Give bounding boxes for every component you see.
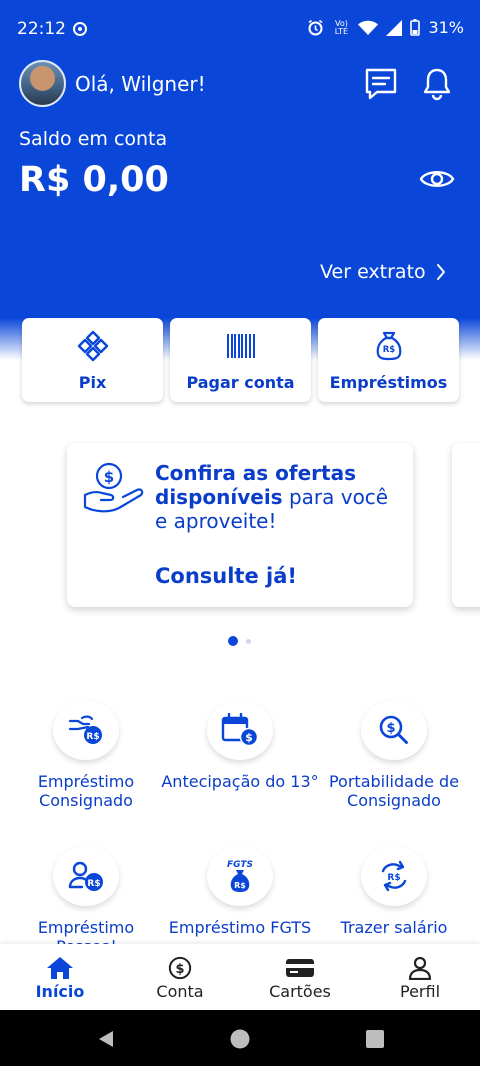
- carousel-pagination: [228, 636, 251, 646]
- tab-label: Conta: [156, 982, 204, 1001]
- battery-percent: 31%: [428, 18, 464, 37]
- svg-text:R$: R$: [87, 879, 100, 889]
- tab-home[interactable]: Início: [10, 956, 110, 1001]
- status-bar: 22:12 Vo) LTE 31%: [0, 0, 480, 58]
- person-icon: [408, 956, 432, 980]
- home-nav-icon[interactable]: [230, 1029, 250, 1049]
- tab-label: Perfil: [399, 982, 441, 1001]
- svg-text:R$: R$: [382, 345, 395, 355]
- service-label: Trazer salário: [340, 918, 448, 937]
- quick-action-label: Pix: [78, 373, 107, 392]
- svg-text:$: $: [104, 468, 114, 486]
- wifi-icon: [358, 20, 379, 35]
- tab-label: Cartões: [269, 982, 331, 1001]
- statement-link[interactable]: Ver extrato: [320, 261, 446, 283]
- quick-action-pix[interactable]: Pix: [22, 318, 163, 402]
- card-icon: [286, 959, 314, 977]
- service-icon-circle: $: [207, 700, 273, 760]
- network-label: Vo) LTE: [334, 18, 349, 36]
- service-icon-circle: R$: [361, 846, 427, 906]
- quick-action-label: Pagar conta: [186, 373, 295, 392]
- eye-icon[interactable]: [419, 163, 455, 195]
- transfer-money-icon: R$: [381, 860, 407, 892]
- home-icon: [47, 957, 73, 979]
- service-label: Antecipação do 13°: [161, 772, 319, 791]
- service-label: Portabilidade de Consignado: [328, 772, 460, 810]
- quick-action-loans[interactable]: R$ Empréstimos: [318, 318, 459, 402]
- banner-text: Confira as ofertas disponíveis para você…: [155, 461, 405, 533]
- banner-cta[interactable]: Consulte já!: [155, 564, 297, 588]
- next-banner-peek[interactable]: [452, 443, 480, 607]
- calendar-money-icon: $: [221, 713, 259, 747]
- svg-text:R$: R$: [86, 732, 99, 742]
- system-navigation-bar: [0, 1010, 480, 1066]
- quick-action-label: Empréstimos: [329, 373, 448, 392]
- avatar[interactable]: [19, 60, 66, 107]
- money-bag-icon: R$: [376, 331, 401, 361]
- service-icon-circle: FGTS R$: [207, 846, 273, 906]
- svg-text:$: $: [245, 731, 253, 744]
- statement-link-label: Ver extrato: [320, 261, 426, 283]
- fgts-bag-icon: FGTS R$: [227, 860, 253, 892]
- balance-value: R$ 0,00: [19, 160, 169, 200]
- service-icon-circle: R$: [53, 700, 119, 760]
- balance-label: Saldo em conta: [19, 128, 168, 150]
- svg-text:$: $: [176, 962, 185, 977]
- greeting: Olá, Wilgner!: [75, 72, 206, 96]
- notification-icon: [73, 22, 87, 36]
- offers-banner[interactable]: $ Confira as ofertas disponíveis para vo…: [67, 443, 413, 607]
- tab-cards[interactable]: Cartões: [250, 956, 350, 1001]
- svg-text:FGTS: FGTS: [227, 860, 253, 870]
- search-money-icon: $: [379, 715, 408, 744]
- battery-icon: [410, 19, 421, 36]
- pix-icon: [77, 330, 108, 362]
- status-time: 22:12: [17, 19, 66, 39]
- tab-account[interactable]: $ Conta: [130, 956, 230, 1001]
- service-icon-circle: R$: [53, 846, 119, 906]
- recents-icon[interactable]: [366, 1029, 384, 1049]
- dollar-circle-icon: $: [168, 956, 192, 980]
- person-money-icon: R$: [68, 861, 103, 891]
- chevron-right-icon: [436, 264, 445, 280]
- service-label: Empréstimo FGTS: [168, 918, 312, 937]
- quick-action-pay-bill[interactable]: Pagar conta: [170, 318, 311, 402]
- svg-text:R$: R$: [387, 873, 400, 883]
- tab-profile[interactable]: Perfil: [370, 956, 470, 1001]
- service-label: Empréstimo Consignado: [37, 772, 135, 810]
- carousel-dot-active[interactable]: [228, 636, 238, 646]
- barcode-icon: [226, 334, 255, 358]
- hand-coin-icon: $: [83, 462, 144, 513]
- carousel-dot[interactable]: [246, 638, 251, 644]
- svg-text:$: $: [386, 721, 395, 736]
- svg-text:R$: R$: [234, 881, 246, 890]
- bell-icon[interactable]: [419, 66, 455, 102]
- chat-icon[interactable]: [363, 66, 399, 102]
- service-icon-circle: $: [361, 700, 427, 760]
- hand-money-icon: R$: [68, 715, 102, 744]
- bottom-tab-bar: Início $ Conta Cartões Perfil: [0, 944, 480, 1010]
- tab-label: Início: [35, 982, 85, 1001]
- signal-icon: [386, 19, 403, 36]
- back-icon[interactable]: [96, 1029, 116, 1049]
- alarm-icon: [308, 19, 323, 36]
